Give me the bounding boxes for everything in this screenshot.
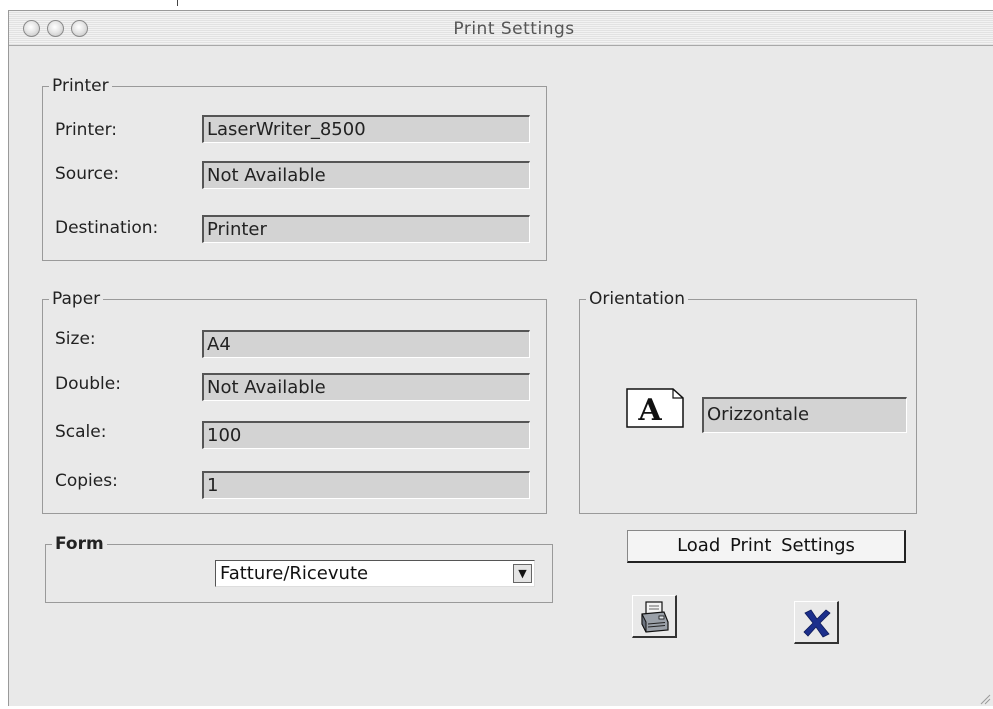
double-label: Double: [55, 374, 121, 394]
orientation-icon-glyph: A [637, 393, 662, 428]
source-field[interactable]: Not Available [202, 161, 530, 189]
top-edge-tick [177, 0, 178, 6]
size-label: Size: [55, 329, 96, 349]
printer-group-legend: Printer [49, 76, 112, 96]
size-field[interactable]: A4 [202, 330, 530, 358]
printer-icon [639, 600, 671, 638]
load-print-settings-button[interactable]: Load Print Settings [627, 530, 906, 563]
source-label: Source: [55, 164, 120, 184]
orientation-group-legend: Orientation [586, 289, 688, 309]
double-field[interactable]: Not Available [202, 373, 530, 401]
printer-field[interactable]: LaserWriter_8500 [202, 115, 530, 143]
window-title: Print Settings [453, 19, 575, 39]
form-dropdown[interactable]: Fatture/Ricevute ▼ [215, 560, 535, 587]
resize-grip-icon[interactable] [977, 690, 991, 705]
copies-label: Copies: [55, 471, 118, 491]
print-button[interactable] [632, 595, 677, 638]
scale-label: Scale: [55, 422, 107, 442]
printer-label: Printer: [55, 120, 117, 140]
close-x-icon [802, 608, 832, 642]
paper-group-legend: Paper [49, 289, 104, 309]
copies-field[interactable]: 1 [202, 471, 530, 499]
form-dropdown-value: Fatture/Ricevute [220, 563, 369, 584]
destination-field[interactable]: Printer [202, 215, 530, 243]
cancel-button[interactable] [794, 601, 839, 644]
destination-label: Destination: [55, 218, 159, 238]
chevron-down-icon[interactable]: ▼ [513, 564, 532, 583]
form-group-legend: Form [52, 534, 107, 554]
orientation-field[interactable]: Orizzontale [702, 397, 907, 433]
scale-field[interactable]: 100 [202, 421, 530, 449]
title-bar[interactable]: Print Settings [9, 11, 993, 46]
page-orientation-icon: A [626, 388, 684, 428]
print-settings-window: Print Settings Printer Printer: LaserWri… [8, 10, 993, 706]
